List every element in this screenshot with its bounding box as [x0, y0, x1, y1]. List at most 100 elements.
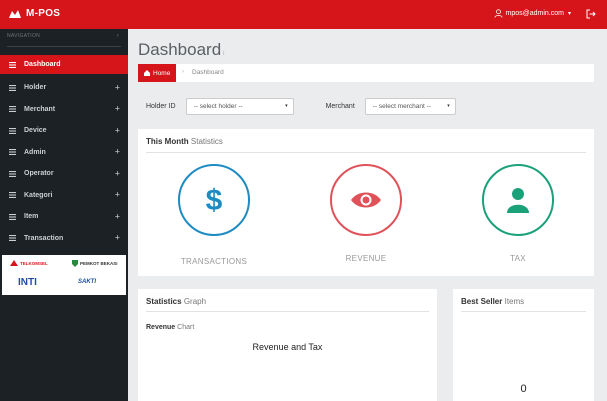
breadcrumb-current: Dashboard: [192, 69, 224, 76]
chart-subtitle-bold: Revenue: [146, 324, 176, 331]
revenue-stat[interactable]: [330, 164, 402, 236]
list-icon: [9, 61, 16, 68]
sidebar-item-label: Dashboard: [24, 61, 61, 68]
sidebar-item-transaction[interactable]: Transaction +: [0, 228, 128, 250]
monthly-statistics-panel: This Month Statistics $ TRANSACTIONS REV…: [138, 129, 594, 276]
logout-icon[interactable]: [586, 9, 596, 19]
sidebar-item-dashboard[interactable]: Dashboard: [0, 55, 128, 74]
dollar-icon: $: [206, 184, 223, 216]
sidebar-item-label: Holder: [24, 84, 47, 92]
expand-icon[interactable]: +: [115, 147, 120, 157]
chevron-down-icon: ▾: [567, 11, 571, 17]
best-seller-count: 0: [520, 383, 527, 395]
sidebar-item-label: Device: [24, 127, 47, 135]
brand-mark-icon: [9, 9, 21, 18]
panel-title: Statistics Graph: [146, 297, 206, 306]
sidebar-header: NAVIGATION ‹: [7, 33, 121, 47]
telkomsel-logo-icon: [10, 260, 18, 266]
merchant-select[interactable]: -- select merchant -- ▾: [364, 97, 456, 115]
eye-icon: [351, 192, 381, 208]
brand-logo[interactable]: M-POS: [8, 8, 60, 19]
partner-logo-pemkot-bekasi: PEMKOT BEKASI: [72, 260, 118, 267]
expand-icon[interactable]: +: [115, 168, 120, 178]
partner-logo-inti: INTI: [18, 277, 37, 288]
user-menu[interactable]: mpos@admin.com ▾: [494, 9, 571, 18]
expand-icon[interactable]: +: [115, 82, 120, 92]
tax-stat[interactable]: [482, 164, 554, 236]
sidebar-item-label: Item: [24, 213, 39, 221]
pemkot-crest-icon: [72, 260, 78, 267]
partner-logos: TELKOMSEL PEMKOT BEKASI INTI SAKTI: [2, 255, 126, 295]
sidebar-item-holder[interactable]: Holder +: [0, 77, 128, 99]
sidebar-item-operator[interactable]: Operator +: [0, 163, 128, 185]
transactions-stat[interactable]: $: [178, 164, 250, 236]
chart-title: Revenue and Tax: [252, 342, 323, 352]
holder-select-value: -- select holder --: [193, 102, 243, 110]
expand-icon[interactable]: +: [115, 104, 120, 114]
partner-name: PEMKOT BEKASI: [80, 261, 118, 266]
expand-icon[interactable]: +: [115, 233, 120, 243]
sidebar-item-label: Merchant: [24, 105, 56, 113]
list-icon: [9, 127, 16, 134]
tax-label: TAX: [510, 254, 526, 263]
sidebar-item-kategori[interactable]: Kategori +: [0, 185, 128, 207]
chevron-down-icon: ▾: [285, 102, 288, 109]
panel-title: This Month Statistics: [146, 137, 223, 146]
partner-logo-sakti: SAKTI: [78, 279, 96, 285]
list-icon: [9, 149, 16, 156]
expand-icon[interactable]: +: [115, 211, 120, 221]
partner-logo-telkomsel: TELKOMSEL: [10, 260, 48, 266]
panel-title-bold: This Month: [146, 137, 189, 146]
panel-divider: [146, 152, 586, 153]
list-icon: [9, 192, 16, 199]
sidebar-item-merchant[interactable]: Merchant +: [0, 99, 128, 121]
revenue-label: REVENUE: [345, 254, 387, 263]
page-title-text: Dashboard: [138, 40, 222, 59]
best-seller-panel: Best Seller Items 0: [453, 289, 594, 401]
chevron-down-icon: ▾: [447, 102, 450, 109]
breadcrumb-separator: ›: [182, 69, 184, 75]
list-icon: [9, 84, 16, 91]
breadcrumb-home[interactable]: Home: [138, 64, 177, 82]
statistics-graph-panel: Statistics Graph Revenue Chart Revenue a…: [138, 289, 437, 401]
filter-bar: Holder ID -- select holder -- ▾ Merchant…: [146, 97, 456, 115]
user-icon: [494, 9, 503, 18]
main-content: Dashboard i Home › Dashboard Holder ID --…: [128, 29, 607, 401]
panel-title-light: Statistics: [190, 137, 223, 146]
merchant-label: Merchant: [325, 102, 355, 110]
panel-title-bold: Best Seller: [461, 297, 503, 306]
top-navbar: M-POS mpos@admin.com ▾: [0, 0, 607, 29]
sidebar: NAVIGATION ‹ Dashboard Holder + Merchant…: [0, 29, 128, 401]
panel-title-light: Items: [504, 297, 525, 306]
sidebar-menu: Dashboard Holder + Merchant + Device + A…: [0, 55, 128, 249]
page-title: Dashboard i: [138, 40, 225, 60]
sidebar-item-device[interactable]: Device +: [0, 120, 128, 142]
user-icon: [507, 188, 529, 213]
list-icon: [9, 235, 16, 242]
panel-divider: [461, 311, 586, 312]
sidebar-header-label: NAVIGATION: [7, 33, 41, 39]
list-icon: [9, 170, 16, 177]
sidebar-item-label: Kategori: [24, 191, 53, 199]
breadcrumb-home-label: Home: [153, 69, 171, 77]
panel-divider: [146, 311, 429, 312]
home-icon: [144, 70, 150, 76]
sidebar-item-admin[interactable]: Admin +: [0, 142, 128, 164]
sidebar-item-label: Transaction: [24, 234, 64, 242]
sidebar-item-item[interactable]: Item +: [0, 206, 128, 228]
merchant-select-value: -- select merchant --: [372, 102, 431, 110]
chevron-left-icon[interactable]: ‹: [117, 33, 119, 39]
expand-icon[interactable]: +: [115, 125, 120, 135]
expand-icon[interactable]: +: [115, 190, 120, 200]
breadcrumb: Home › Dashboard: [138, 64, 594, 82]
list-icon: [9, 106, 16, 113]
svg-text:$: $: [206, 184, 223, 216]
partner-name: TELKOMSEL: [20, 260, 48, 266]
holder-select[interactable]: -- select holder -- ▾: [185, 97, 294, 115]
panel-title-bold: Statistics: [146, 297, 182, 306]
brand-name: M-POS: [26, 8, 61, 19]
panel-title: Best Seller Items: [461, 297, 524, 306]
sidebar-item-label: Admin: [24, 148, 46, 156]
list-icon: [9, 213, 16, 220]
holder-label: Holder ID: [146, 102, 176, 110]
